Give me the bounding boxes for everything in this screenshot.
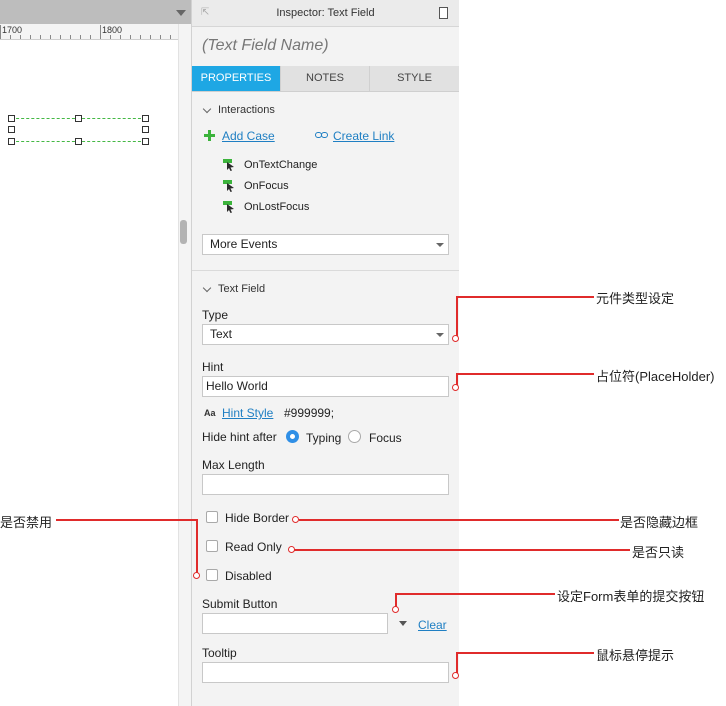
more-events-dropdown[interactable]: More Events: [202, 234, 449, 255]
event-cursor-icon: [223, 180, 235, 192]
event-cursor-icon: [223, 159, 235, 171]
chevron-down-icon: [436, 243, 444, 247]
annotation-line: [456, 373, 594, 375]
event-item[interactable]: OnTextChange: [244, 159, 317, 171]
hide-border-checkbox[interactable]: [206, 511, 218, 523]
annotation-dot: [452, 335, 459, 342]
radio-focus[interactable]: [348, 430, 361, 443]
annotation-line: [56, 519, 198, 521]
annotation-tooltip: 鼠标悬停提示: [596, 648, 675, 663]
submit-button-label: Submit Button: [202, 597, 278, 611]
disabled-label[interactable]: Disabled: [225, 569, 272, 583]
type-label: Type: [202, 308, 229, 322]
radio-focus-label[interactable]: Focus: [369, 431, 402, 445]
horizontal-ruler: 1700 1800: [0, 24, 191, 40]
read-only-checkbox[interactable]: [206, 540, 218, 552]
add-case-link[interactable]: Add Case: [222, 129, 275, 143]
chevron-down-icon[interactable]: [399, 621, 407, 626]
clear-link[interactable]: Clear: [418, 618, 447, 632]
annotation-line: [456, 296, 594, 298]
selected-text-field-widget[interactable]: [8, 115, 150, 145]
tooltip-input[interactable]: [202, 662, 449, 683]
hint-style-link[interactable]: Hint Style: [222, 406, 273, 420]
hide-border-label[interactable]: Hide Border: [225, 511, 289, 525]
type-value: Text: [210, 327, 233, 341]
annotation-dot: [288, 546, 295, 553]
canvas-scrollbar[interactable]: [178, 24, 191, 706]
annotation-line: [196, 519, 198, 575]
annotation-line: [299, 519, 619, 521]
annotation-dot: [452, 672, 459, 679]
annotation-dot: [193, 572, 200, 579]
annotation-hide-border: 是否隐藏边框: [620, 515, 699, 530]
annotation-line: [456, 652, 594, 654]
radio-typing-label[interactable]: Typing: [306, 431, 341, 445]
ruler-label: 1800: [102, 25, 123, 35]
tab-notes[interactable]: NOTES: [281, 66, 370, 91]
tab-properties[interactable]: PROPERTIES: [192, 66, 281, 91]
chevron-down-icon: [436, 333, 444, 337]
submit-button-input[interactable]: [202, 613, 388, 634]
type-dropdown[interactable]: Text: [202, 324, 449, 345]
event-item[interactable]: OnFocus: [244, 180, 289, 192]
annotation-line: [294, 549, 630, 551]
annotation-disabled: 是否禁用: [0, 515, 53, 530]
read-only-label[interactable]: Read Only: [225, 540, 282, 554]
disabled-checkbox[interactable]: [206, 569, 218, 581]
add-icon[interactable]: [204, 130, 215, 141]
annotation-dot: [292, 516, 299, 523]
document-icon[interactable]: [439, 7, 448, 19]
chevron-down-icon[interactable]: [202, 104, 212, 114]
annotation-dot: [392, 606, 399, 613]
link-icon[interactable]: [315, 132, 328, 138]
chevron-down-icon[interactable]: [176, 10, 186, 16]
radio-typing[interactable]: [286, 430, 299, 443]
inspector-title: Inspector: Text Field: [276, 7, 375, 19]
canvas-toolbar: [0, 0, 191, 24]
max-length-input[interactable]: [202, 474, 449, 495]
inspector-tabs: PROPERTIES NOTES STYLE: [192, 66, 459, 92]
divider: [192, 270, 459, 271]
annotation-line: [456, 296, 458, 338]
text-style-icon: Aa: [204, 408, 216, 418]
annotation-dot: [452, 384, 459, 391]
hide-hint-label: Hide hint after: [202, 430, 277, 444]
section-title-text-field[interactable]: Text Field: [218, 283, 265, 295]
tooltip-label: Tooltip: [202, 646, 237, 660]
tab-style[interactable]: STYLE: [370, 66, 459, 91]
widget-name-field[interactable]: (Text Field Name): [202, 37, 329, 55]
event-item[interactable]: OnLostFocus: [244, 201, 309, 213]
annotation-line: [395, 593, 555, 595]
design-canvas[interactable]: [0, 40, 178, 706]
event-cursor-icon: [223, 201, 235, 213]
hint-label: Hint: [202, 360, 224, 374]
annotation-read-only: 是否只读: [632, 545, 685, 560]
annotation-type: 元件类型设定: [596, 291, 675, 306]
inspector-panel: ⇱ Inspector: Text Field (Text Field Name…: [191, 0, 459, 706]
hint-style-value: #999999;: [284, 406, 335, 420]
section-title-interactions[interactable]: Interactions: [218, 104, 275, 116]
max-length-label: Max Length: [202, 458, 265, 472]
create-link[interactable]: Create Link: [333, 129, 394, 143]
more-events-value: More Events: [210, 237, 278, 251]
ruler-label: 1700: [2, 25, 23, 35]
chevron-down-icon[interactable]: [202, 283, 212, 293]
inspector-header: ⇱ Inspector: Text Field: [192, 0, 459, 27]
hint-input[interactable]: Hello World: [202, 376, 449, 397]
scrollbar-thumb[interactable]: [180, 220, 187, 244]
annotation-placeholder: 占位符(PlaceHolder): [596, 369, 715, 384]
annotation-submit: 设定Form表单的提交按钮: [557, 589, 705, 604]
